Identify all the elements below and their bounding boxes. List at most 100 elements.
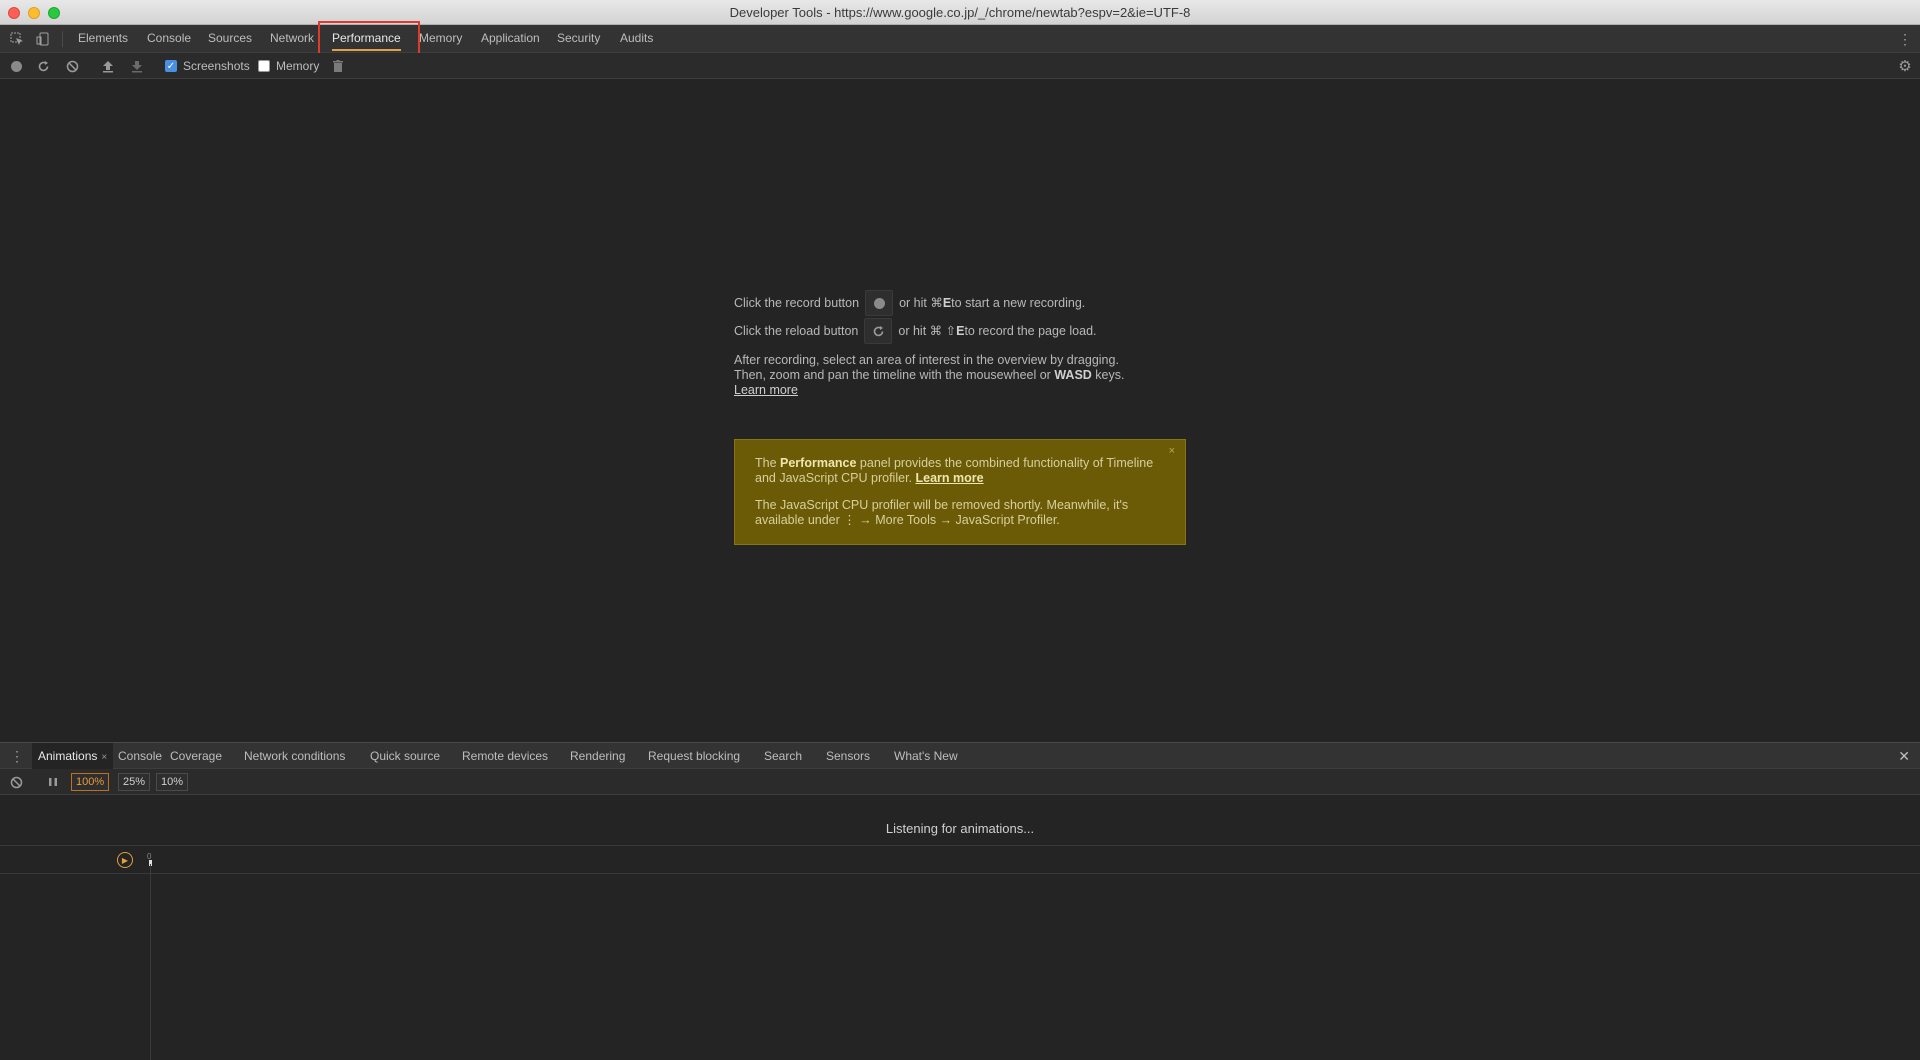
- close-tab-icon[interactable]: ×: [101, 752, 107, 763]
- tab-security[interactable]: Security: [553, 25, 604, 52]
- device-toolbar-icon[interactable]: [34, 30, 52, 48]
- more-options-icon[interactable]: ⋮: [1898, 31, 1912, 48]
- load-profile-button[interactable]: [99, 57, 117, 75]
- memory-label: Memory: [276, 59, 320, 73]
- learn-more-link[interactable]: Learn more: [734, 383, 798, 397]
- drawer-tab-sensors[interactable]: Sensors: [826, 743, 870, 769]
- record-shortcut-key: E: [942, 295, 952, 310]
- timeline-scrubber-line: [150, 864, 151, 1060]
- notice-text: The: [755, 456, 781, 470]
- capture-settings-button[interactable]: ⚙: [1896, 57, 1914, 75]
- reload-instruction-text: Click the reload button: [734, 323, 859, 338]
- after-line-1: After recording, select an area of inter…: [734, 353, 1119, 367]
- performance-landing: Click the record button or hit ⌘ E to st…: [0, 79, 1920, 742]
- notice-close-button[interactable]: ×: [1169, 444, 1175, 459]
- trash-icon: [333, 60, 343, 72]
- tab-console[interactable]: Console: [143, 25, 195, 52]
- drawer-tab-coverage[interactable]: Coverage: [170, 743, 222, 769]
- garbage-collect-button[interactable]: [329, 57, 347, 75]
- upload-icon: [103, 60, 113, 72]
- record-shortcut-suffix: to start a new recording.: [951, 295, 1086, 310]
- drawer-tab-quick-source[interactable]: Quick source: [370, 743, 440, 769]
- record-button[interactable]: [7, 57, 25, 75]
- memory-checkbox[interactable]: Memory: [258, 59, 319, 73]
- download-icon: [132, 60, 142, 72]
- reload-inline-button[interactable]: [864, 318, 893, 344]
- checkmark-icon: ✓: [165, 60, 177, 72]
- window-titlebar: Developer Tools - https://www.google.co.…: [0, 0, 1920, 25]
- pause-icon: [49, 778, 57, 786]
- drawer-tab-what-s-new[interactable]: What's New: [894, 743, 958, 769]
- reload-icon: [873, 325, 884, 336]
- notice-learn-more-link[interactable]: Learn more: [916, 471, 984, 485]
- record-icon: [873, 297, 885, 309]
- drawer-tab-label: Animations: [38, 749, 98, 763]
- instructions: Click the record button or hit ⌘ E to st…: [734, 289, 1164, 398]
- notice-paragraph-1: The Performance panel provides the combi…: [755, 456, 1165, 486]
- tab-elements[interactable]: Elements: [74, 25, 132, 52]
- notice-paragraph-2: The JavaScript CPU profiler will be remo…: [755, 498, 1165, 528]
- deprecation-notice: × The Performance panel provides the com…: [734, 439, 1186, 545]
- drawer-tab-request-blocking[interactable]: Request blocking: [648, 743, 740, 769]
- record-inline-button[interactable]: [865, 290, 894, 316]
- reload-record-button[interactable]: [34, 57, 52, 75]
- drawer-tab-label: Search: [764, 749, 803, 763]
- drawer-tab-network-conditions[interactable]: Network conditions: [244, 743, 345, 769]
- speed-25-button[interactable]: 25%: [118, 773, 151, 791]
- notice-bold: Performance: [780, 456, 857, 470]
- notice-line-1: The JavaScript CPU profiler will be remo…: [755, 498, 1129, 512]
- after-recording-text: After recording, select an area of inter…: [734, 353, 1164, 398]
- notice-line-2: available under ⋮ → More Tools → JavaScr…: [755, 513, 1060, 527]
- drawer-tab-label: Remote devices: [462, 749, 549, 763]
- gear-icon: ⚙: [1898, 58, 1912, 75]
- speed-100-button[interactable]: 100%: [71, 773, 110, 791]
- clear-button[interactable]: [63, 57, 81, 75]
- animations-toolbar: 100% 25% 10%: [0, 769, 1920, 795]
- reload-shortcut-key: E: [956, 323, 965, 338]
- record-shortcut-text: or hit ⌘: [899, 295, 943, 310]
- performance-toolbar: ✓ Screenshots Memory ⚙: [0, 53, 1920, 79]
- save-profile-button[interactable]: [128, 57, 146, 75]
- drawer-tab-animations[interactable]: Animations ×: [32, 743, 114, 769]
- drawer-tab-rendering[interactable]: Rendering: [570, 743, 625, 769]
- speed-10-button[interactable]: 10%: [156, 773, 189, 791]
- tab-application[interactable]: Application: [477, 25, 544, 52]
- drawer-tab-label: Request blocking: [648, 749, 741, 763]
- drawer-tab-remote-devices[interactable]: Remote devices: [462, 743, 548, 769]
- replay-timeline-button[interactable]: ▶: [117, 852, 133, 868]
- reload-shortcut-suffix: to record the page load.: [964, 323, 1097, 338]
- wasd-keys: WASD: [1054, 368, 1092, 382]
- drawer-tab-label: Sensors: [826, 749, 871, 763]
- timeline-ruler: ▶ 0: [0, 845, 1920, 874]
- after-line-2: Then, zoom and pan the timeline with the…: [734, 368, 1164, 383]
- unchecked-box: [258, 60, 270, 72]
- reload-icon: [38, 60, 48, 71]
- screenshots-label: Screenshots: [183, 59, 250, 73]
- record-instruction-text: Click the record button: [734, 295, 860, 310]
- drawer-tab-label: Rendering: [570, 749, 626, 763]
- screenshots-checkbox[interactable]: ✓ Screenshots: [165, 59, 250, 73]
- drawer-tab-label: Quick source: [370, 749, 441, 763]
- pause-all-button[interactable]: [44, 773, 62, 791]
- drawer-close-button[interactable]: ✕: [1898, 748, 1910, 765]
- drawer-tab-search[interactable]: Search: [764, 743, 802, 769]
- drawer-tab-console[interactable]: Console: [118, 743, 162, 769]
- tab-network[interactable]: Network: [266, 25, 318, 52]
- listening-message: Listening for animations...: [885, 821, 1035, 836]
- tab-sources[interactable]: Sources: [204, 25, 256, 52]
- drawer-menu-icon[interactable]: ⋮: [10, 748, 24, 765]
- drawer-tab-label: What's New: [894, 749, 958, 763]
- drawer-tab-label: Console: [118, 749, 163, 763]
- clear-icon: [66, 60, 78, 72]
- record-instruction: Click the record button or hit ⌘ E to st…: [734, 289, 1164, 317]
- clear-icon: [10, 776, 22, 788]
- inspect-element-icon[interactable]: [8, 30, 26, 48]
- tab-audits[interactable]: Audits: [616, 25, 657, 52]
- after-line-2-text: Then, zoom and pan the timeline with the…: [734, 368, 1055, 382]
- clear-animations-button[interactable]: [7, 773, 25, 791]
- drawer-tab-bar: ⋮ Animations × Console Coverage Network cond…: [0, 742, 1920, 769]
- after-line-2-suffix: keys.: [1091, 368, 1125, 382]
- tab-memory[interactable]: Memory: [415, 25, 466, 52]
- drawer-tab-label: Coverage: [170, 749, 223, 763]
- reload-instruction: Click the reload button or hit ⌘ ⇧ E to …: [734, 317, 1164, 345]
